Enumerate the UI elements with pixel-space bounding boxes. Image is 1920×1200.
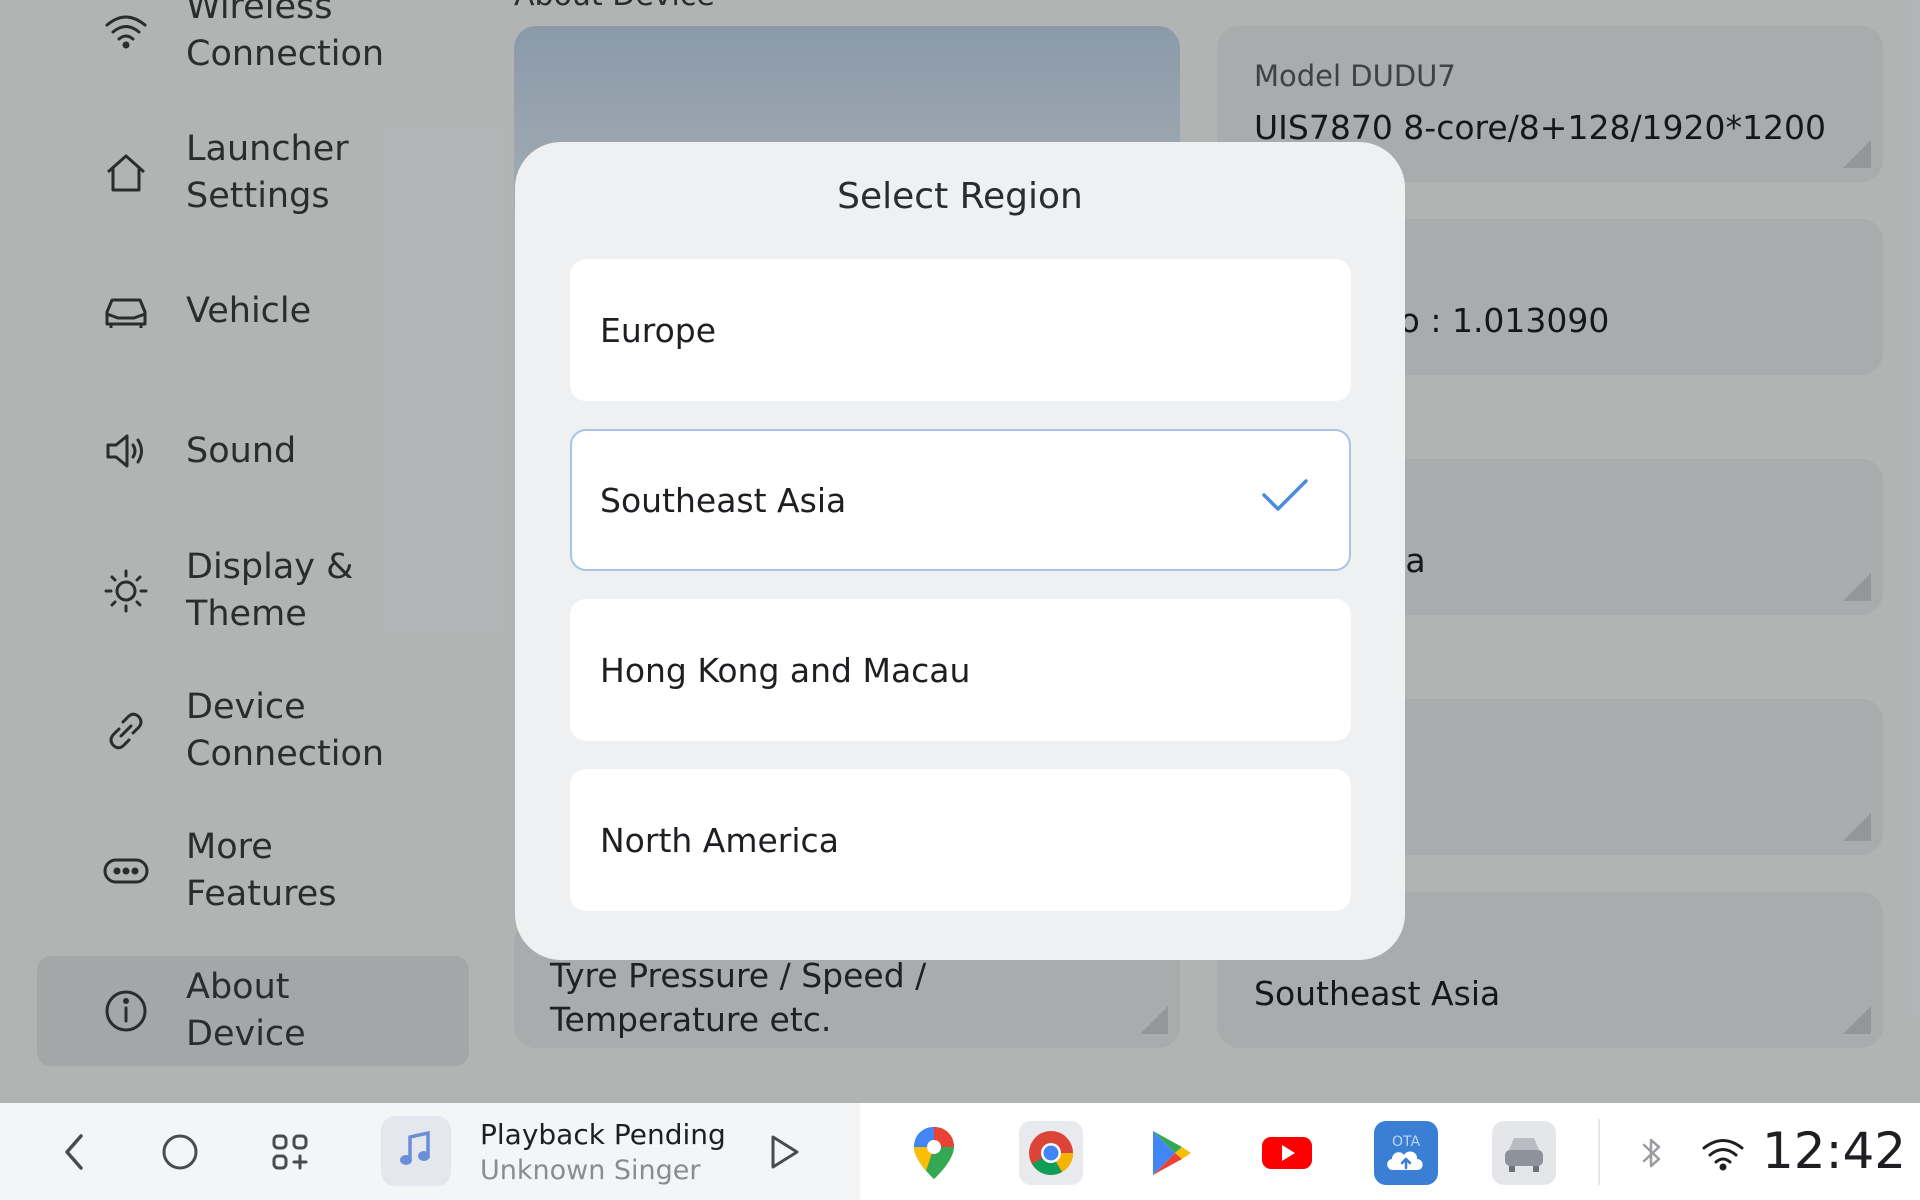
bottom-dock: Playback Pending Unknown Singer OTA 12:4… [0,1103,1920,1200]
bluetooth-icon [1632,1133,1672,1173]
svg-text:OTA: OTA [1392,1134,1420,1150]
region-option-north-america[interactable]: North America [570,769,1351,911]
region-option-label: North America [600,820,839,860]
music-album-art[interactable] [381,1116,451,1186]
app-drawer-icon[interactable] [265,1127,315,1177]
checkmark-icon [1261,478,1309,522]
music-title: Playback Pending [480,1118,726,1151]
region-option-hong-kong-macau[interactable]: Hong Kong and Macau [570,599,1351,741]
ota-update-icon[interactable]: OTA [1374,1121,1438,1185]
select-region-dialog: Select Region Europe Southeast Asia Hong… [515,142,1405,960]
dialog-title: Select Region [837,176,1083,217]
region-option-label: Europe [600,310,717,350]
home-circle-icon[interactable] [155,1127,205,1177]
chrome-icon[interactable] [1019,1121,1083,1185]
back-icon[interactable] [49,1127,99,1177]
play-icon[interactable] [760,1128,808,1176]
region-option-southeast-asia[interactable]: Southeast Asia [570,429,1351,571]
play-store-icon[interactable] [1139,1121,1203,1185]
region-option-label: Southeast Asia [600,480,847,520]
wifi-status-icon [1700,1133,1746,1173]
region-option-europe[interactable]: Europe [570,259,1351,401]
status-clock: 12:42 [1762,1122,1907,1180]
music-note-icon [396,1129,436,1173]
car-app-icon[interactable] [1492,1121,1556,1185]
maps-icon[interactable] [902,1121,966,1185]
region-option-label: Hong Kong and Macau [600,650,971,690]
music-artist: Unknown Singer [480,1155,701,1186]
dock-divider [1598,1119,1600,1185]
youtube-icon[interactable] [1255,1121,1319,1185]
music-info[interactable]: Playback Pending Unknown Singer [480,1117,726,1189]
